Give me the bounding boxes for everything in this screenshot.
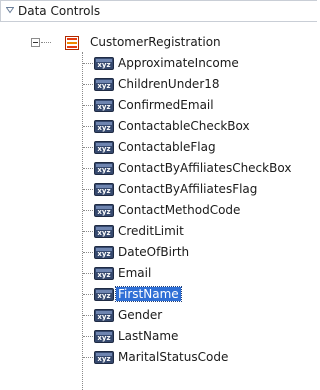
attribute-icon: xyz <box>94 204 114 217</box>
attribute-icon: xyz <box>94 120 114 133</box>
svg-text:xyz: xyz <box>97 250 110 258</box>
svg-text:xyz: xyz <box>97 271 110 279</box>
tree-item-label: Email <box>118 266 152 280</box>
tree-node-customer-registration[interactable]: CustomerRegistration <box>0 34 320 52</box>
tree-item-label: LastName <box>118 329 179 343</box>
attribute-icon: xyz <box>94 330 114 343</box>
tree-item-attribute[interactable]: xyz CreditLimit <box>0 221 320 242</box>
tree-connector <box>83 105 93 106</box>
tree-item-attribute[interactable]: xyz DateOfBirth <box>0 242 320 263</box>
tree-item-attribute[interactable]: xyz ContactByAffiliatesFlag <box>0 179 320 200</box>
svg-text:xyz: xyz <box>97 103 110 111</box>
tree-connector <box>83 210 93 211</box>
svg-text:xyz: xyz <box>97 145 110 153</box>
tree-connector <box>83 357 93 358</box>
tree-connector <box>83 126 93 127</box>
data-controls-panel: Data Controls CustomerRegistration xyz Ap… <box>0 0 320 390</box>
tree-item-attribute[interactable]: xyz ContactByAffiliatesCheckBox <box>0 158 320 179</box>
svg-text:xyz: xyz <box>97 124 110 132</box>
tree-item-label: ContactableCheckBox <box>118 119 250 133</box>
tree-item-label: Gender <box>118 308 163 322</box>
svg-text:xyz: xyz <box>97 61 110 69</box>
tree-item-attribute[interactable]: xyz ApproximateIncome <box>0 53 320 74</box>
tree-item-label: ContactByAffiliatesCheckBox <box>118 161 292 175</box>
svg-text:xyz: xyz <box>97 187 110 195</box>
tree-item-label: ChildrenUnder18 <box>118 77 220 91</box>
tree-item-label: ContactableFlag <box>118 140 216 154</box>
tree-item-attribute[interactable]: xyz ContactableFlag <box>0 137 320 158</box>
tree-item-label: CreditLimit <box>118 224 184 238</box>
tree-connector <box>83 231 93 232</box>
data-controls-tree: CustomerRegistration xyz ApproximateIncom… <box>0 22 320 390</box>
attribute-icon: xyz <box>94 141 114 154</box>
attribute-icon: xyz <box>94 288 114 301</box>
tree-item-attribute[interactable]: xyz LastName <box>0 326 320 347</box>
tree-item-label: ContactMethodCode <box>118 203 241 217</box>
attribute-icon: xyz <box>94 225 114 238</box>
tree-connector <box>83 315 93 316</box>
panel-title: Data Controls <box>18 4 101 18</box>
svg-text:xyz: xyz <box>97 292 110 300</box>
tree-item-label: ApproximateIncome <box>118 56 239 70</box>
tree-connector <box>41 42 51 43</box>
tree-item-attribute[interactable]: xyz ChildrenUnder18 <box>0 74 320 95</box>
attribute-icon: xyz <box>94 267 114 280</box>
svg-text:xyz: xyz <box>97 334 110 342</box>
tree-item-attribute[interactable]: xyz MaritalStatusCode <box>0 347 320 368</box>
attribute-icon: xyz <box>94 246 114 259</box>
tree-item-attribute[interactable]: xyz Gender <box>0 305 320 326</box>
tree-item-label: ConfirmedEmail <box>118 98 214 112</box>
tree-item-attribute[interactable]: xyz FirstName <box>0 284 320 305</box>
tree-connector <box>83 168 93 169</box>
svg-text:xyz: xyz <box>97 166 110 174</box>
collapse-node-icon[interactable] <box>31 38 40 47</box>
svg-text:xyz: xyz <box>97 82 110 90</box>
tree-item-label: DateOfBirth <box>118 245 190 259</box>
attribute-icon: xyz <box>94 57 114 70</box>
tree-connector <box>83 84 93 85</box>
tree-item-label: ContactByAffiliatesFlag <box>118 182 258 196</box>
collapse-triangle-icon[interactable] <box>6 6 14 14</box>
attribute-icon: xyz <box>94 78 114 91</box>
svg-text:xyz: xyz <box>97 313 110 321</box>
tree-item-attribute[interactable]: xyz ContactMethodCode <box>0 200 320 221</box>
collection-icon <box>65 36 79 50</box>
svg-text:xyz: xyz <box>97 229 110 237</box>
tree-item-label: MaritalStatusCode <box>118 350 229 364</box>
tree-connector <box>83 189 93 190</box>
attribute-icon: xyz <box>94 309 114 322</box>
tree-connector <box>83 294 93 295</box>
attribute-icon: xyz <box>94 351 114 364</box>
tree-node-label: CustomerRegistration <box>90 35 221 49</box>
tree-item-attribute[interactable]: xyz ContactableCheckBox <box>0 116 320 137</box>
tree-item-attribute[interactable]: xyz Email <box>0 263 320 284</box>
svg-text:xyz: xyz <box>97 355 110 363</box>
tree-connector <box>83 273 93 274</box>
tree-connector <box>83 336 93 337</box>
attribute-icon: xyz <box>94 183 114 196</box>
attribute-icon: xyz <box>94 162 114 175</box>
panel-header[interactable]: Data Controls <box>0 0 317 22</box>
tree-item-attribute[interactable]: xyz ConfirmedEmail <box>0 95 320 116</box>
tree-connector <box>83 252 93 253</box>
tree-connector <box>83 147 93 148</box>
attribute-icon: xyz <box>94 99 114 112</box>
tree-connector <box>83 63 93 64</box>
svg-text:xyz: xyz <box>97 208 110 216</box>
tree-item-label: FirstName <box>115 286 182 302</box>
